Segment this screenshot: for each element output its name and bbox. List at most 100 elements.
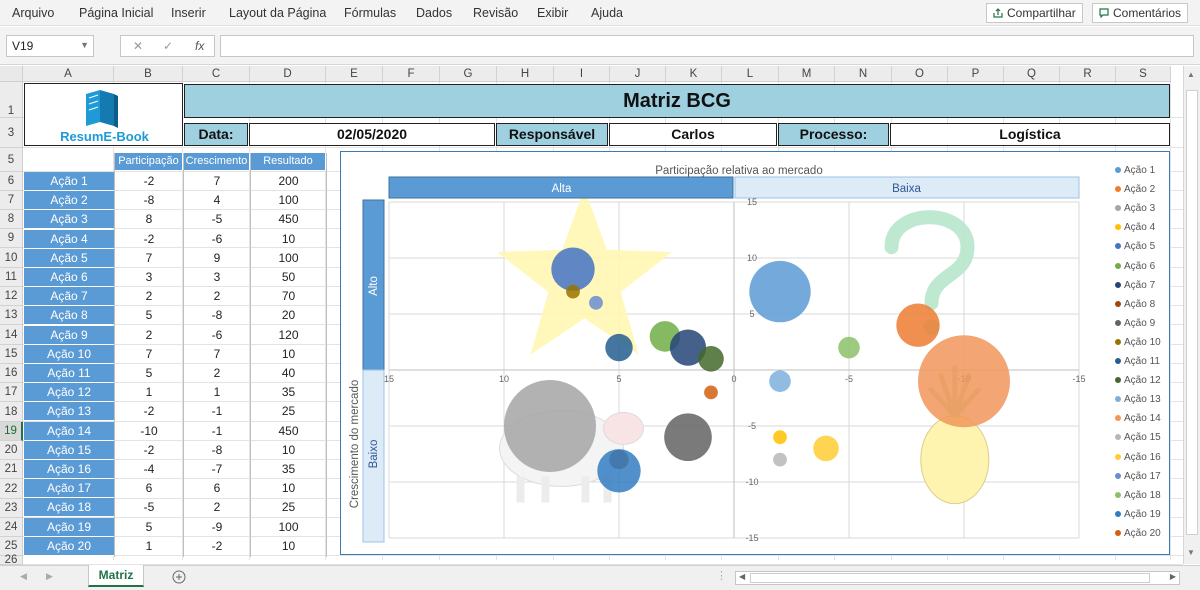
row-header-16[interactable]: 16 bbox=[0, 364, 23, 383]
confirm-icon[interactable]: ✓ bbox=[163, 39, 173, 53]
cell-participacao[interactable]: -10 bbox=[115, 422, 183, 441]
legend-item[interactable]: Ação 10 bbox=[1115, 337, 1161, 348]
cell-resultado[interactable]: 120 bbox=[251, 326, 326, 345]
cell-participacao[interactable]: 7 bbox=[115, 345, 183, 364]
legend-item[interactable]: Ação 8 bbox=[1115, 299, 1155, 310]
row-header-19[interactable]: 19 bbox=[0, 422, 23, 441]
cell-resultado[interactable]: 10 bbox=[251, 345, 326, 364]
column-header-q[interactable]: Q bbox=[1004, 66, 1060, 82]
cell-resultado[interactable]: 10 bbox=[251, 230, 326, 249]
cell-resultado[interactable]: 10 bbox=[251, 441, 326, 460]
cell-crescimento[interactable]: 2 bbox=[184, 287, 250, 306]
cell-crescimento[interactable]: -8 bbox=[184, 441, 250, 460]
cell-participacao[interactable]: 5 bbox=[115, 518, 183, 537]
hscroll-right-icon[interactable]: ▶ bbox=[1170, 572, 1176, 581]
legend-item[interactable]: Ação 4 bbox=[1115, 222, 1155, 233]
legend-item[interactable]: Ação 18 bbox=[1115, 490, 1161, 501]
row-header-23[interactable]: 23 bbox=[0, 499, 23, 518]
cell-resultado[interactable]: 450 bbox=[251, 422, 326, 441]
legend-item[interactable]: Ação 5 bbox=[1115, 241, 1155, 252]
menu-revisao[interactable]: Revisão bbox=[473, 6, 518, 20]
column-header-g[interactable]: G bbox=[440, 66, 497, 82]
cell-resultado[interactable]: 40 bbox=[251, 364, 326, 383]
add-sheet-icon[interactable] bbox=[172, 570, 186, 584]
cell-crescimento[interactable]: 6 bbox=[184, 479, 250, 498]
row-header-24[interactable]: 24 bbox=[0, 518, 23, 537]
formula-input[interactable] bbox=[220, 35, 1194, 57]
row-header-22[interactable]: 22 bbox=[0, 479, 23, 499]
cell-crescimento[interactable]: -9 bbox=[184, 518, 250, 537]
cell-crescimento[interactable]: 7 bbox=[184, 172, 250, 191]
cell-participacao[interactable]: 7 bbox=[115, 249, 183, 268]
cell-crescimento[interactable]: 2 bbox=[184, 364, 250, 383]
cell-participacao[interactable]: 2 bbox=[115, 326, 183, 345]
cell-participacao[interactable]: -2 bbox=[115, 441, 183, 460]
cell-participacao[interactable]: 1 bbox=[115, 537, 183, 556]
legend-item[interactable]: Ação 1 bbox=[1115, 165, 1155, 176]
row-header-14[interactable]: 14 bbox=[0, 325, 23, 345]
legend-item[interactable]: Ação 15 bbox=[1115, 432, 1161, 443]
cell-crescimento[interactable]: 9 bbox=[184, 249, 250, 268]
horizontal-scrollbar[interactable]: ◀ ▶ bbox=[735, 571, 1180, 585]
scroll-right-icon[interactable]: ▶ bbox=[46, 571, 53, 582]
row-header-15[interactable]: 15 bbox=[0, 345, 23, 364]
row-header-9[interactable]: 9 bbox=[0, 229, 23, 248]
column-header-l[interactable]: L bbox=[722, 66, 779, 82]
select-all-corner[interactable] bbox=[0, 66, 23, 82]
cell-crescimento[interactable]: -1 bbox=[184, 422, 250, 441]
menu-inserir[interactable]: Inserir bbox=[171, 6, 206, 20]
column-header-m[interactable]: M bbox=[779, 66, 835, 82]
row-header-5[interactable]: 5 bbox=[0, 148, 23, 172]
legend-item[interactable]: Ação 3 bbox=[1115, 203, 1155, 214]
column-header-p[interactable]: P bbox=[948, 66, 1004, 82]
column-header-c[interactable]: C bbox=[183, 66, 250, 82]
share-button[interactable]: Compartilhar bbox=[986, 3, 1083, 23]
column-header-j[interactable]: J bbox=[610, 66, 666, 82]
cell-participacao[interactable]: 6 bbox=[115, 479, 183, 498]
legend-item[interactable]: Ação 6 bbox=[1115, 261, 1155, 272]
menu-formulas[interactable]: Fórmulas bbox=[344, 6, 396, 20]
column-header-r[interactable]: R bbox=[1060, 66, 1116, 82]
row-header-8[interactable]: 8 bbox=[0, 210, 23, 229]
cell-participacao[interactable]: 3 bbox=[115, 268, 183, 287]
row-header-12[interactable]: 12 bbox=[0, 287, 23, 306]
menu-exibir[interactable]: Exibir bbox=[537, 6, 568, 20]
legend-item[interactable]: Ação 7 bbox=[1115, 280, 1155, 291]
row-header-18[interactable]: 18 bbox=[0, 402, 23, 422]
cell-participacao[interactable]: -4 bbox=[115, 460, 183, 479]
column-header-a[interactable]: A bbox=[23, 66, 114, 82]
menu-ajuda[interactable]: Ajuda bbox=[591, 6, 623, 20]
legend-item[interactable]: Ação 20 bbox=[1115, 528, 1161, 539]
column-header-e[interactable]: E bbox=[326, 66, 383, 82]
cell-resultado[interactable]: 35 bbox=[251, 460, 326, 479]
comments-button[interactable]: Comentários bbox=[1092, 3, 1189, 23]
cell-crescimento[interactable]: -8 bbox=[184, 306, 250, 325]
cell-resultado[interactable]: 25 bbox=[251, 498, 326, 517]
cell-resultado[interactable]: 200 bbox=[251, 172, 326, 191]
row-header-7[interactable]: 7 bbox=[0, 191, 23, 210]
cell-resultado[interactable]: 20 bbox=[251, 306, 326, 325]
cell-participacao[interactable]: 5 bbox=[115, 364, 183, 383]
cell-crescimento[interactable]: -6 bbox=[184, 326, 250, 345]
cell-crescimento[interactable]: 4 bbox=[184, 191, 250, 210]
column-header-d[interactable]: D bbox=[250, 66, 326, 82]
cell-crescimento[interactable]: 1 bbox=[184, 383, 250, 402]
name-box[interactable]: V19 ▼ bbox=[6, 35, 94, 57]
vertical-scroll-thumb[interactable] bbox=[1186, 90, 1198, 535]
chevron-down-icon[interactable]: ▼ bbox=[80, 40, 89, 50]
row-header-3[interactable]: 3 bbox=[0, 118, 23, 148]
cell-participacao[interactable]: -2 bbox=[115, 230, 183, 249]
cell-crescimento[interactable]: -2 bbox=[184, 537, 250, 556]
column-header-n[interactable]: N bbox=[835, 66, 892, 82]
row-header-1[interactable]: 1 bbox=[0, 82, 23, 118]
scroll-up-icon[interactable]: ▲ bbox=[1187, 70, 1195, 79]
menu-dados[interactable]: Dados bbox=[416, 6, 452, 20]
row-header-26[interactable]: 26 bbox=[0, 554, 23, 566]
column-header-h[interactable]: H bbox=[497, 66, 554, 82]
legend-item[interactable]: Ação 17 bbox=[1115, 471, 1161, 482]
menu-arquivo[interactable]: Arquivo bbox=[12, 6, 54, 20]
row-header-10[interactable]: 10 bbox=[0, 248, 23, 268]
date-value[interactable]: 02/05/2020 bbox=[249, 123, 495, 146]
legend-item[interactable]: Ação 19 bbox=[1115, 509, 1161, 520]
menu-pagina-inicial[interactable]: Página Inicial bbox=[79, 6, 153, 20]
